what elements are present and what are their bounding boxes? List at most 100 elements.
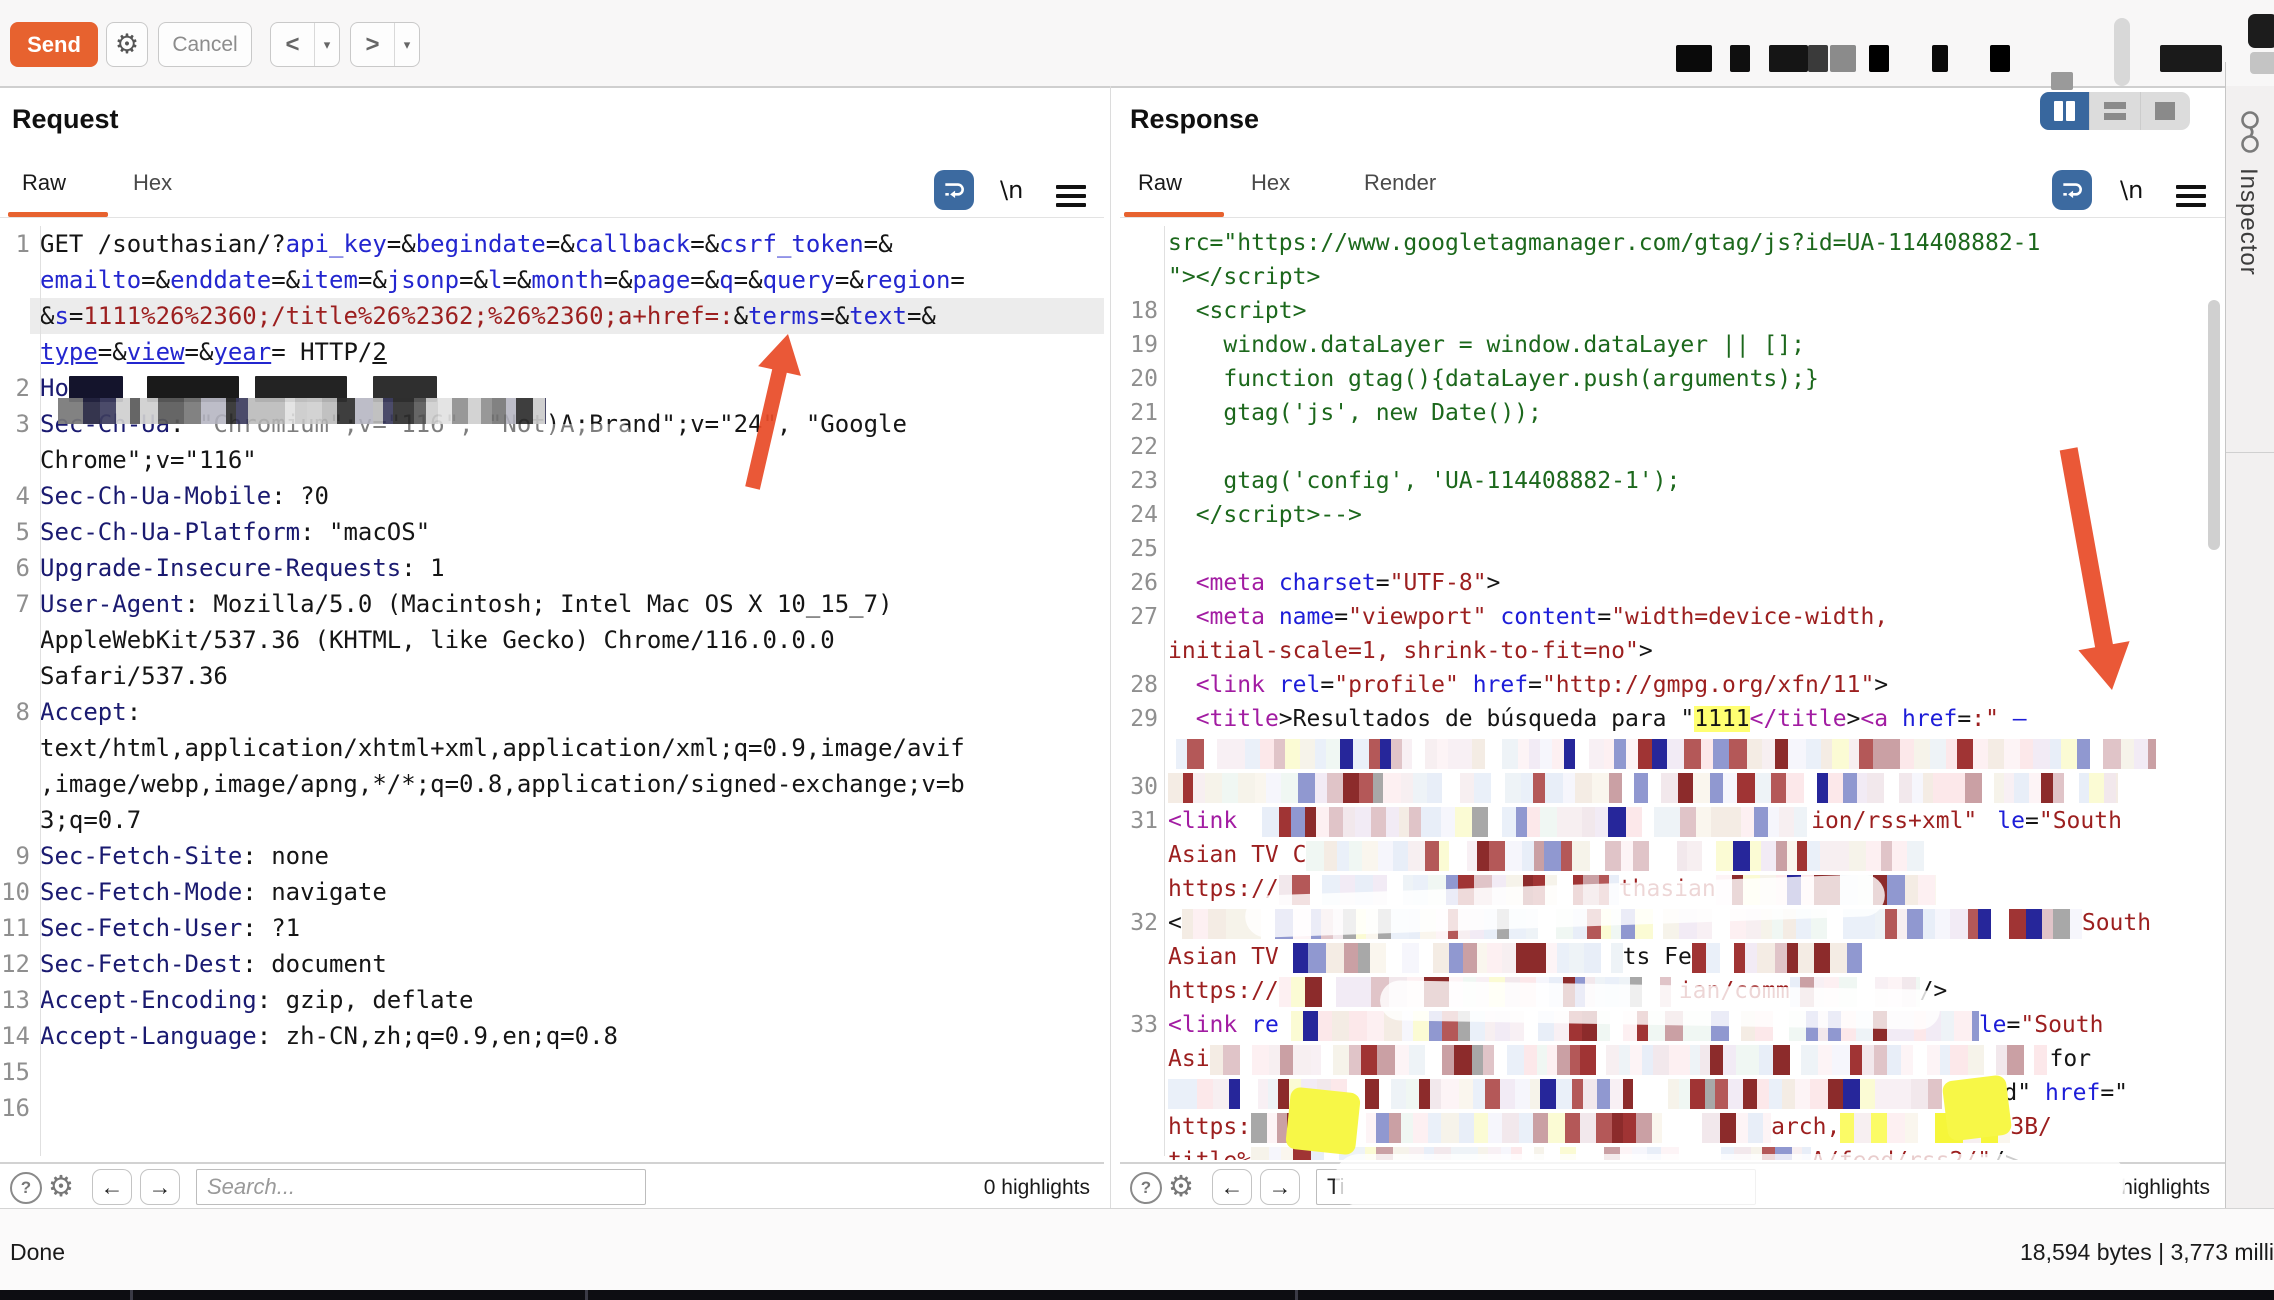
- code-line[interactable]: Sec-Ch-Ua-Platform: "macOS": [30, 514, 1104, 550]
- back-dropdown-caret-icon[interactable]: ▾: [314, 23, 339, 66]
- code-row: Asian TV ts Fe: [1120, 940, 2206, 974]
- code-row: 21 gtag('js', new Date());: [1120, 396, 2206, 430]
- response-tab-hex[interactable]: Hex: [1251, 170, 1290, 196]
- code-line[interactable]: User-Agent: Mozilla/5.0 (Macintosh; Inte…: [30, 586, 1104, 622]
- request-settings-button[interactable]: ⚙: [106, 22, 148, 67]
- layout-rows-button[interactable]: [2089, 92, 2139, 130]
- request-menu-button[interactable]: [1056, 180, 1086, 212]
- forward-button[interactable]: >: [351, 23, 394, 66]
- response-menu-button[interactable]: [2176, 180, 2206, 212]
- redacted-band: [58, 398, 546, 424]
- code-line[interactable]: ,image/webp,image/apng,*/*;q=0.8,applica…: [30, 766, 1104, 802]
- help-icon[interactable]: ?: [1130, 1172, 1162, 1204]
- inspector-tab-label[interactable]: Inspector: [2234, 168, 2262, 276]
- code-line[interactable]: 3;q=0.7: [30, 802, 1104, 838]
- forward-dropdown-caret-icon[interactable]: ▾: [394, 23, 419, 66]
- line-number: 4: [0, 478, 30, 514]
- line-number: [0, 442, 30, 478]
- search-settings-icon[interactable]: ⚙: [1168, 1169, 1194, 1204]
- code-line[interactable]: &s=1111%26%2360;/title%26%2362;%26%2360;…: [30, 298, 1104, 334]
- back-button[interactable]: <: [271, 23, 314, 66]
- response-search-bar: ? ⚙ ← → highlights: [1120, 1162, 2225, 1208]
- send-button[interactable]: Send: [10, 22, 98, 67]
- line-number: 23: [1120, 464, 1158, 498]
- show-newlines-toggle[interactable]: \n: [1000, 176, 1023, 204]
- redacted-mosaic: [1692, 943, 1862, 973]
- next-match-button[interactable]: →: [140, 1169, 180, 1205]
- code-line[interactable]: Sec-Ch-Ua-Mobile: ?0: [30, 478, 1104, 514]
- code-line[interactable]: Accept-Language: zh-CN,zh;q=0.9,en;q=0.8: [30, 1018, 1104, 1054]
- code-line[interactable]: type=&view=&year= HTTP/2: [30, 334, 1104, 370]
- code-line[interactable]: <title>Resultados de búsqueda para "1111…: [1158, 702, 2206, 736]
- code-line[interactable]: "></script>: [1158, 260, 2206, 294]
- line-number: 11: [0, 910, 30, 946]
- request-editor[interactable]: 1GET /southasian/?api_key=&begindate=&ca…: [0, 226, 1104, 1156]
- code-line[interactable]: Asian TV ts Fe: [1158, 940, 2206, 974]
- request-tab-hex[interactable]: Hex: [133, 170, 172, 196]
- code-row: Chrome";v="116": [0, 442, 1104, 478]
- code-line[interactable]: Asifor: [1158, 1042, 2206, 1076]
- layout-columns-button[interactable]: [2040, 92, 2089, 130]
- code-line[interactable]: gtag('js', new Date());: [1158, 396, 2206, 430]
- code-line[interactable]: [30, 1054, 1104, 1090]
- next-match-button[interactable]: →: [1260, 1169, 1300, 1205]
- layout-single-button[interactable]: [2140, 92, 2190, 130]
- code-line[interactable]: [30, 1090, 1104, 1126]
- code-line[interactable]: [1158, 736, 2206, 770]
- response-tab-raw[interactable]: Raw: [1138, 170, 1182, 196]
- response-scrollbar-thumb[interactable]: [2208, 300, 2220, 550]
- code-line[interactable]: <link ion/rss+xml"le="South: [1158, 804, 2206, 838]
- code-line[interactable]: Sec-Fetch-User: ?1: [30, 910, 1104, 946]
- panel-divider[interactable]: [1110, 86, 1111, 1208]
- code-row: &s=1111%26%2360;/title%26%2362;%26%2360;…: [0, 298, 1104, 334]
- code-line[interactable]: Accept-Encoding: gzip, deflate: [30, 982, 1104, 1018]
- code-line[interactable]: GET /southasian/?api_key=&begindate=&cal…: [30, 226, 1104, 262]
- code-line[interactable]: AppleWebKit/537.36 (KHTML, like Gecko) C…: [30, 622, 1104, 658]
- line-number: 25: [1120, 532, 1158, 566]
- code-line[interactable]: Safari/537.36: [30, 658, 1104, 694]
- response-panel-title: Response: [1130, 104, 1259, 135]
- code-row: ,image/webp,image/apng,*/*;q=0.8,applica…: [0, 766, 1104, 802]
- code-line[interactable]: Chrome";v="116": [30, 442, 1104, 478]
- search-settings-icon[interactable]: ⚙: [48, 1169, 74, 1204]
- line-number: 3: [0, 406, 30, 442]
- request-tab-raw[interactable]: Raw: [22, 170, 66, 196]
- redaction-smear: [1335, 1154, 2125, 1206]
- code-line[interactable]: Sec-Fetch-Dest: document: [30, 946, 1104, 982]
- code-row: 1GET /southasian/?api_key=&begindate=&ca…: [0, 226, 1104, 262]
- code-row: text/html,application/xhtml+xml,applicat…: [0, 730, 1104, 766]
- code-line[interactable]: emailto=&enddate=&item=&jsonp=&l=&month=…: [30, 262, 1104, 298]
- cancel-button[interactable]: Cancel: [158, 22, 252, 67]
- line-number: [1120, 634, 1158, 668]
- code-row: 19 window.dataLayer = window.dataLayer |…: [1120, 328, 2206, 362]
- word-wrap-toggle[interactable]: [934, 170, 974, 210]
- code-line[interactable]: [1158, 770, 2206, 804]
- word-wrap-toggle[interactable]: [2052, 170, 2092, 210]
- line-number: 30: [1120, 770, 1158, 804]
- request-search-input[interactable]: [196, 1169, 646, 1205]
- code-row: 3;q=0.7: [0, 802, 1104, 838]
- code-line[interactable]: Accept:: [30, 694, 1104, 730]
- response-tab-render[interactable]: Render: [1364, 170, 1436, 196]
- redacted-block: [1990, 45, 2010, 72]
- code-line[interactable]: src="https://www.googletagmanager.com/gt…: [1158, 226, 2206, 260]
- code-row: 7User-Agent: Mozilla/5.0 (Macintosh; Int…: [0, 586, 1104, 622]
- code-line[interactable]: Sec-Fetch-Mode: navigate: [30, 874, 1104, 910]
- help-icon[interactable]: ?: [10, 1172, 42, 1204]
- code-line[interactable]: Sec-Fetch-Site: none: [30, 838, 1104, 874]
- prev-match-button[interactable]: ←: [92, 1169, 132, 1205]
- sidebar-section-divider: [2226, 452, 2274, 453]
- code-row: 18 <script>: [1120, 294, 2206, 328]
- code-line[interactable]: Upgrade-Insecure-Requests: 1: [30, 550, 1104, 586]
- code-line[interactable]: function gtag(){dataLayer.push(arguments…: [1158, 362, 2206, 396]
- show-newlines-toggle[interactable]: \n: [2120, 176, 2143, 204]
- code-line[interactable]: Asian TV C: [1158, 838, 2206, 872]
- code-line[interactable]: text/html,application/xhtml+xml,applicat…: [30, 730, 1104, 766]
- line-number: [0, 730, 30, 766]
- prev-match-button[interactable]: ←: [1212, 1169, 1252, 1205]
- code-line[interactable]: <script>: [1158, 294, 2206, 328]
- line-number: 14: [0, 1018, 30, 1054]
- redacted-block: [1830, 45, 1856, 72]
- code-line[interactable]: window.dataLayer = window.dataLayer || […: [1158, 328, 2206, 362]
- redacted-mosaic: [1168, 1079, 1948, 1109]
